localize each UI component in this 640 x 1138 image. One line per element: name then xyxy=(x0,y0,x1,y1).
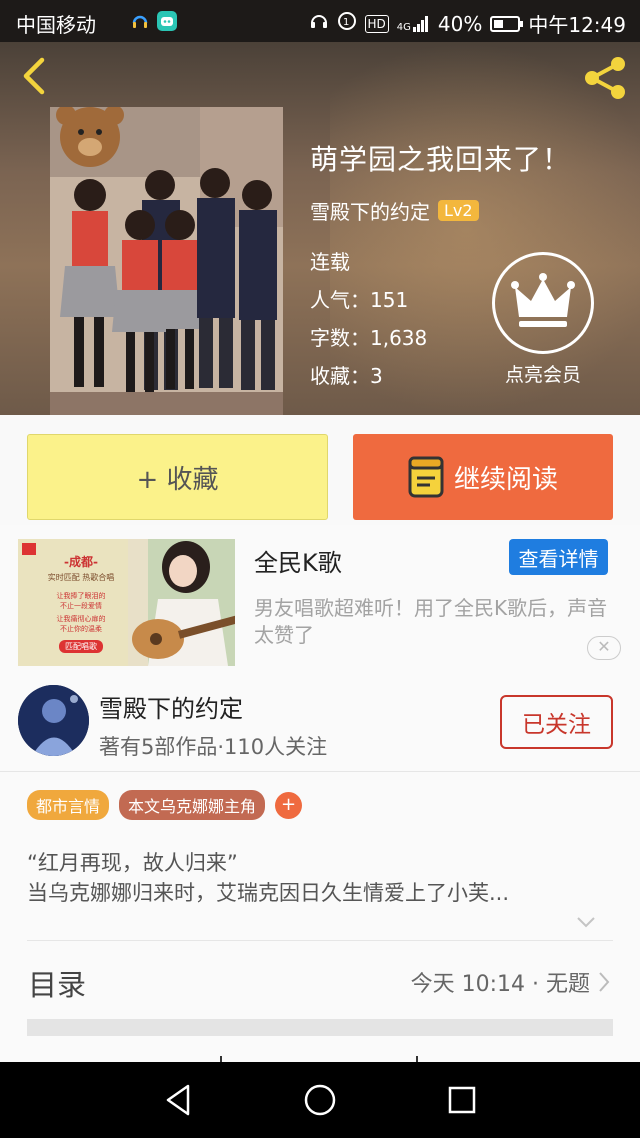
intro-section: 都市言情 本文乌克娜娜主角 + “红月再现，故人归来” 当乌克娜娜归来时，艾瑞克… xyxy=(0,772,640,940)
ad-image-text: -成都- 实时匹配 热歌合唱 让我捧了眼泪的 不止一段爱情 让我痛彻心扉的 不止… xyxy=(26,553,136,653)
svg-text:1: 1 xyxy=(343,17,349,28)
ad-line-5: 不止你的温柔 xyxy=(60,625,102,633)
action-area: + 收藏 继续阅读 xyxy=(0,415,640,525)
latest-chapter[interactable]: 今天 10:14 · 无题 xyxy=(411,966,610,998)
book-title: 萌学园之我回来了！ xyxy=(310,143,572,176)
vip-button[interactable]: 点亮会员 xyxy=(492,252,594,387)
home-circle-icon xyxy=(304,1084,336,1116)
collect-label: + 收藏 xyxy=(136,464,219,495)
continue-reading-button[interactable]: 继续阅读 xyxy=(353,434,613,520)
status-bar: 中国移动 1 HD 4G 40% 中午12:49 xyxy=(0,0,640,42)
chevron-down-icon xyxy=(577,917,595,928)
book-icon xyxy=(408,456,444,498)
recent-square-icon xyxy=(448,1086,476,1114)
clock: 中午12:49 xyxy=(528,13,626,37)
battery-icon xyxy=(490,15,524,32)
hd-badge: HD xyxy=(364,14,389,33)
book-synopsis[interactable]: “红月再现，故人归来” 当乌克娜娜归来时，艾瑞克因日久生情爱上了小芙... xyxy=(27,848,597,908)
system-nav-bar xyxy=(0,1062,640,1138)
book-header: 萌学园之我回来了！ 雪殿下的约定 Lv2 连载 人气：151 字数：1,638 … xyxy=(0,42,640,415)
ad-image[interactable]: -成都- 实时匹配 热歌合唱 让我捧了眼泪的 不止一段爱情 让我痛彻心扉的 不止… xyxy=(18,539,235,666)
book-cover[interactable] xyxy=(50,107,283,415)
synopsis-line-2: 当乌克娜娜归来时，艾瑞克因日久生情爱上了小芙... xyxy=(27,881,510,905)
ad-banner[interactable]: -成都- 实时匹配 热歌合唱 让我捧了眼泪的 不止一段爱情 让我痛彻心扉的 不止… xyxy=(0,525,640,675)
expand-button[interactable] xyxy=(576,912,596,932)
favorites-count: 收藏：3 xyxy=(310,364,383,388)
ad-line-4: 让我痛彻心扉的 xyxy=(56,615,106,623)
chevron-right-icon xyxy=(599,972,610,992)
author-name[interactable]: 雪殿下的约定 xyxy=(310,196,430,225)
ad-title: 全民K歌 xyxy=(254,549,342,577)
tag-item[interactable]: 都市言情 xyxy=(27,790,110,820)
synopsis-line-1: “红月再现，故人归来” xyxy=(27,851,238,875)
author-line: 雪殿下的约定 Lv2 xyxy=(310,196,479,225)
nav-home-button[interactable] xyxy=(300,1080,340,1120)
signal-label: 4G xyxy=(396,21,411,33)
battery-percent: 40% xyxy=(437,11,483,36)
serial-status: 连载 xyxy=(310,250,350,274)
nav-back-button[interactable] xyxy=(158,1080,198,1120)
headset-app-icon xyxy=(130,11,150,31)
back-button[interactable] xyxy=(18,56,50,96)
author-stats: 著有5部作品·110人关注 xyxy=(99,735,328,759)
robot-app-icon xyxy=(157,11,177,31)
add-tag-button[interactable]: + xyxy=(275,791,303,819)
sim-icon: 1 xyxy=(337,11,357,36)
carrier-name: 中国移动 xyxy=(16,13,96,37)
ad-line-3: 不止一段爱情 xyxy=(60,602,102,610)
author-avatar[interactable] xyxy=(18,685,89,756)
headphone-icon xyxy=(309,11,329,36)
catalog-section[interactable]: 目录 今天 10:14 · 无题 xyxy=(0,940,640,1062)
latest-chapter-text: 今天 10:14 · 无题 xyxy=(410,972,590,997)
level-badge: Lv2 xyxy=(438,200,479,221)
author-card[interactable]: 雪殿下的约定 著有5部作品·110人关注 已关注 xyxy=(0,675,640,772)
continue-reading-label: 继续阅读 xyxy=(453,464,558,495)
ad-line-1: 实时匹配 热歌合唱 xyxy=(47,573,115,582)
divider xyxy=(27,940,613,941)
collect-button[interactable]: + 收藏 xyxy=(27,434,328,520)
share-icon xyxy=(585,57,625,99)
battery-fill xyxy=(494,19,504,28)
ad-image-button: 匹配唱歌 xyxy=(59,640,103,653)
tag-item[interactable]: 本文乌克娜娜主角 xyxy=(119,790,266,820)
ad-line-2: 让我捧了眼泪的 xyxy=(56,592,106,600)
share-button[interactable] xyxy=(580,56,630,100)
vip-ring xyxy=(492,252,594,354)
ad-city: -成都- xyxy=(64,555,98,569)
ad-text: 男友唱歌超难听！用了全民K歌后，声音太赞了 xyxy=(254,596,608,647)
tag-list: 都市言情 本文乌克娜娜主角 + xyxy=(27,790,303,820)
word-count: 字数：1,638 xyxy=(310,326,428,350)
author-card-name: 雪殿下的约定 xyxy=(99,695,243,723)
close-ad-button[interactable]: ✕ xyxy=(587,636,621,660)
follow-button[interactable]: 已关注 xyxy=(500,695,613,749)
catalog-placeholder-bar xyxy=(27,1019,613,1036)
avatar-image xyxy=(18,685,89,756)
signal-icon: 4G xyxy=(397,15,430,33)
chevron-left-icon xyxy=(23,57,45,95)
vip-label: 点亮会员 xyxy=(504,364,581,386)
ad-detail-button[interactable]: 查看详情 xyxy=(509,539,608,575)
cover-photo xyxy=(50,107,283,415)
catalog-title: 目录 xyxy=(28,968,87,1002)
nav-recent-button[interactable] xyxy=(442,1080,482,1120)
back-triangle-icon xyxy=(166,1084,190,1116)
crown-icon xyxy=(511,273,575,327)
popularity: 人气：151 xyxy=(310,288,409,312)
